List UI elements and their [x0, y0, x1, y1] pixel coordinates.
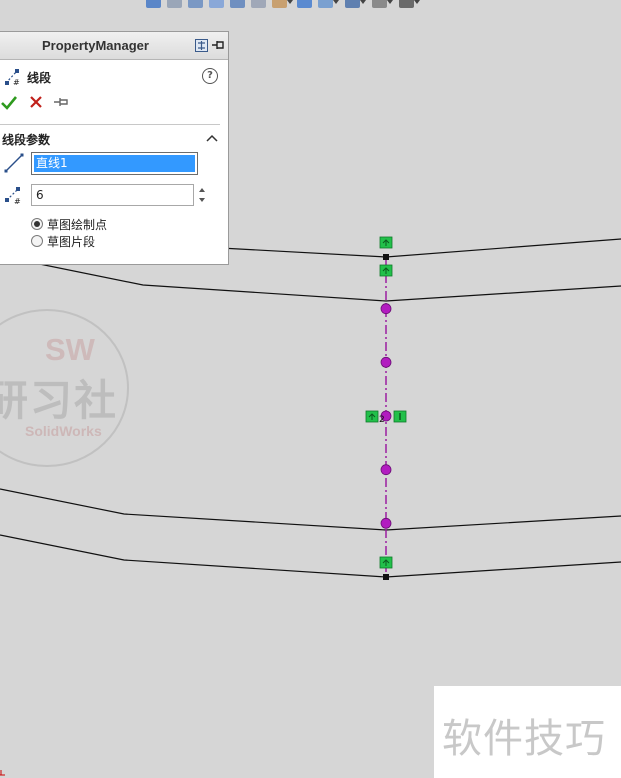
sketch-line[interactable] [0, 488, 621, 531]
vertical-relation-icon[interactable] [393, 410, 407, 423]
section-header-title[interactable]: 线段参数 [2, 131, 50, 148]
selected-entity-value: 直线1 [34, 155, 195, 172]
site-watermark-box: 软件技巧 [434, 686, 621, 778]
feature-header: # 线段 ? [2, 68, 224, 86]
option-label: 草图绘制点 [47, 218, 108, 232]
relation-count-label: 2 [379, 415, 385, 425]
keep-visible-pin-icon[interactable] [53, 96, 69, 108]
scene-icon[interactable] [345, 0, 366, 8]
panel-divider [0, 124, 220, 125]
expand-panel-icon[interactable] [195, 39, 208, 52]
view-settings-icon[interactable] [251, 0, 266, 8]
zoom-to-fit-icon[interactable] [167, 0, 182, 8]
property-manager-header: PropertyManager [0, 32, 228, 60]
view-orientation-icon[interactable] [146, 0, 161, 8]
previous-view-icon[interactable] [209, 0, 224, 8]
selected-entity-field[interactable]: 直线1 [31, 152, 198, 175]
heads-up-view-toolbar [146, 0, 420, 10]
spin-down-arrow-icon[interactable] [199, 198, 205, 202]
help-icon[interactable]: ? [202, 68, 218, 84]
ok-checkmark-icon[interactable] [0, 94, 18, 112]
coincident-relation-icon[interactable] [379, 556, 393, 569]
option-label: 草图片段 [47, 235, 96, 249]
division-point[interactable] [380, 356, 392, 368]
action-buttons [0, 94, 90, 112]
sketch-line-icon [4, 153, 24, 173]
radio-button-selected[interactable] [31, 218, 43, 230]
coincident-relation-icon[interactable] [379, 236, 393, 249]
property-manager-panel: PropertyManager # 线段 ? 线段参数 直线1 # 6 草图绘制… [0, 31, 229, 265]
sketch-line[interactable] [0, 534, 621, 578]
spin-up-arrow-icon[interactable] [199, 188, 205, 192]
chevron-up-icon[interactable] [206, 133, 218, 143]
endpoint-marker[interactable] [383, 574, 389, 580]
segment-count-stepper[interactable] [196, 184, 210, 206]
watermark-logo-sw: SW [45, 332, 95, 367]
monitor-icon[interactable] [399, 0, 420, 8]
segment-count-input[interactable]: 6 [31, 184, 194, 206]
division-point[interactable] [380, 517, 392, 529]
coincident-relation-icon[interactable] [379, 264, 393, 277]
coincident-relation-icon[interactable] [365, 410, 379, 423]
option-sketch-segments[interactable]: 草图片段 [31, 233, 181, 249]
section-view-icon[interactable] [230, 0, 245, 8]
property-manager-title: PropertyManager [42, 38, 149, 53]
segment-count-icon: # [5, 187, 21, 205]
cancel-x-icon[interactable] [29, 95, 43, 109]
coordinate-triad-icon [0, 770, 5, 776]
edit-appearance-icon[interactable] [318, 0, 339, 8]
site-watermark-text: 软件技巧 [442, 716, 606, 762]
division-point[interactable] [380, 464, 392, 476]
display-pane-icon[interactable] [372, 0, 393, 8]
svg-text:#: # [14, 197, 21, 205]
svg-text:#: # [13, 78, 20, 86]
watermark-logo-text: 研习社 [0, 376, 119, 425]
divide-segment-icon: # [5, 69, 20, 86]
endpoint-marker[interactable] [383, 254, 389, 260]
zoom-area-icon[interactable] [188, 0, 203, 8]
pin-panel-icon[interactable] [211, 39, 225, 51]
division-point[interactable] [380, 303, 392, 315]
radio-button-unselected[interactable] [31, 235, 43, 247]
watermark-logo-brand: SolidWorks [25, 423, 102, 439]
display-style-icon[interactable] [272, 0, 293, 8]
option-sketch-points[interactable]: 草图绘制点 [31, 216, 181, 232]
feature-title: 线段 [27, 71, 52, 85]
hide-show-icon[interactable] [297, 0, 312, 8]
